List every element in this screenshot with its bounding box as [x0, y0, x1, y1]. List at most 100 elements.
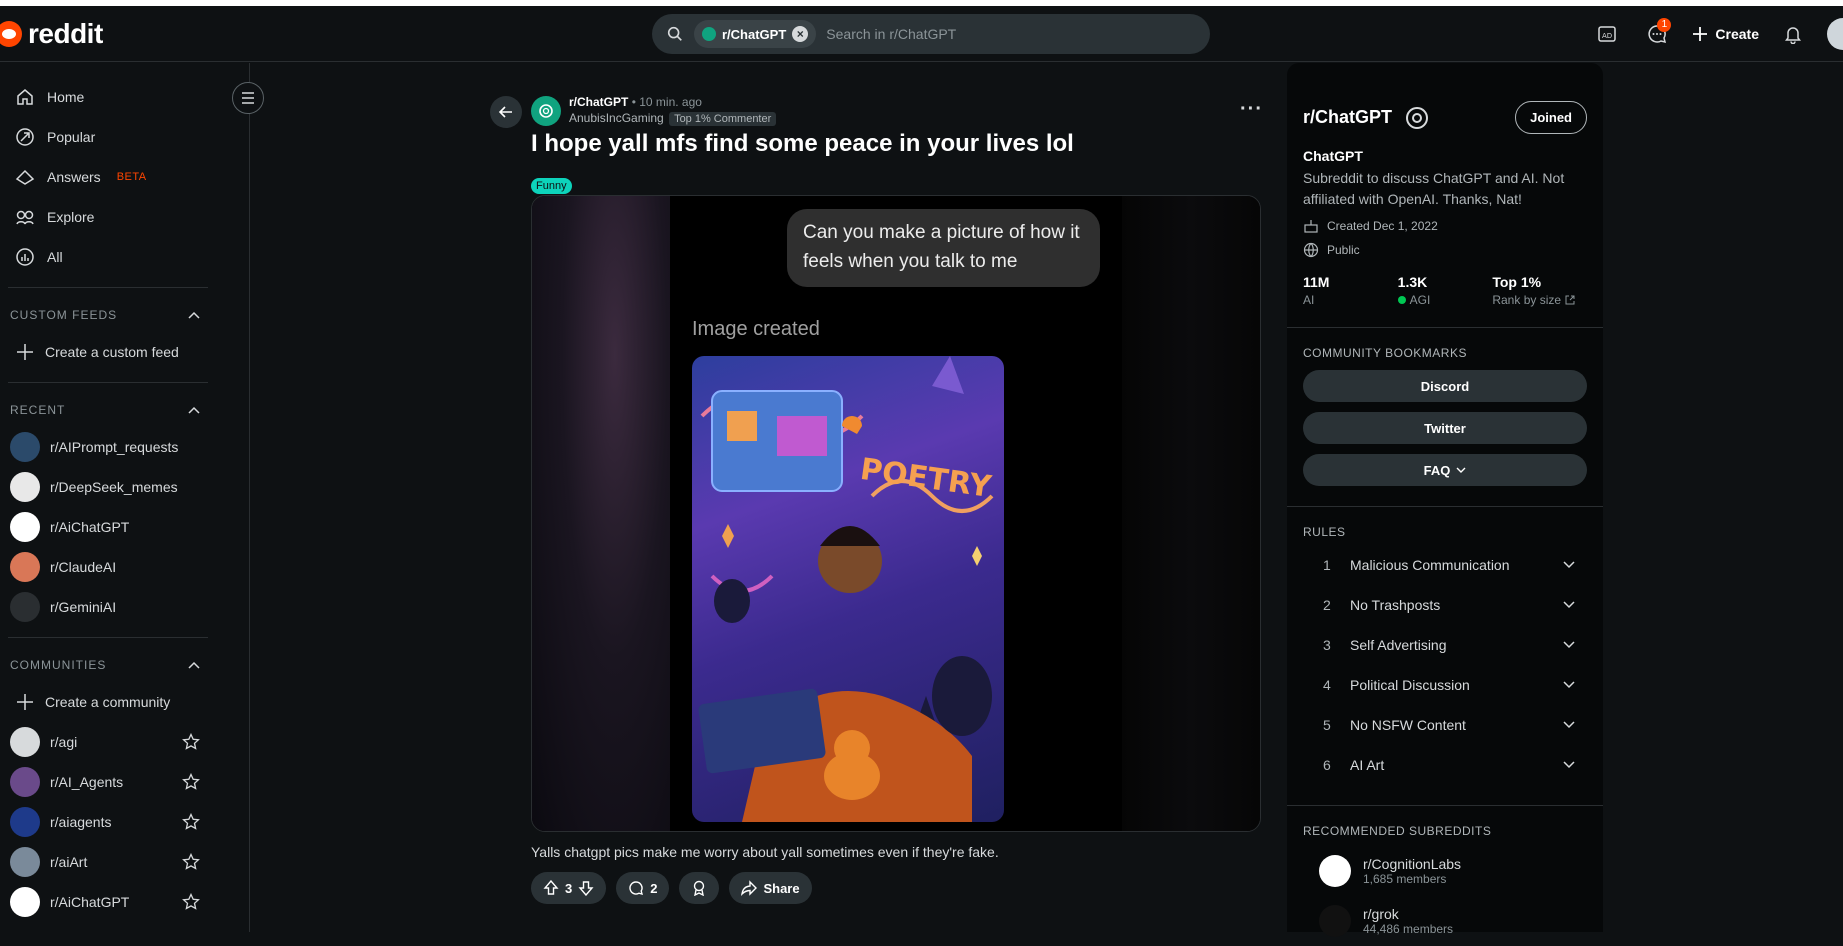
recent-name: r/AiChatGPT — [50, 519, 130, 535]
rule-number: 4 — [1323, 677, 1331, 693]
star-icon[interactable] — [182, 773, 200, 791]
subreddit-avatar — [10, 887, 40, 917]
online-dot-icon — [1397, 296, 1406, 304]
community-item[interactable]: r/aiagents — [0, 802, 200, 842]
nav-explore[interactable]: Explore — [0, 197, 249, 237]
stat-online: 1.3K AGI — [1397, 274, 1493, 307]
chat-button[interactable]: 1 — [1641, 18, 1673, 50]
bookmark-label: Twitter — [1424, 420, 1466, 436]
stat-value: Top 1% — [1492, 274, 1542, 290]
rule-item[interactable]: 3 Self Advertising — [1287, 625, 1603, 665]
sidebar-divider — [1287, 506, 1603, 507]
create-community[interactable]: Create a community — [0, 682, 200, 722]
nav-answers[interactable]: Answers BETA — [0, 157, 249, 197]
bookmark-discord[interactable]: Discord — [1303, 370, 1587, 402]
vote-controls: 3 — [531, 872, 607, 904]
post-image[interactable]: Can you make a picture of how it feels w… — [531, 195, 1261, 832]
community-item[interactable]: r/aiArt — [0, 842, 200, 882]
openai-logo-icon — [1406, 106, 1429, 129]
recent-name: r/AIPrompt_requests — [50, 439, 179, 455]
upvote-icon[interactable] — [543, 880, 559, 896]
community-name: r/AiChatGPT — [50, 894, 130, 910]
subreddit-avatar — [10, 592, 40, 622]
recent-item[interactable]: r/AIPrompt_requests — [0, 427, 200, 467]
community-item[interactable]: r/agi — [0, 722, 200, 762]
search-scope-chip[interactable]: r/ChatGPT × — [694, 20, 817, 48]
joined-button[interactable]: Joined — [1515, 101, 1587, 134]
community-item[interactable]: r/AI_Agents — [0, 762, 200, 802]
rules-title: RULES — [1303, 525, 1346, 539]
header-actions: AD 1 Create — [1591, 18, 1843, 50]
stat-members: 11M AI — [1303, 274, 1398, 307]
search-bar[interactable]: r/ChatGPT × — [652, 14, 1210, 54]
rule-item[interactable]: 4 Political Discussion — [1287, 665, 1603, 705]
recommended-item[interactable]: r/CognitionLabs 1,685 members — [1287, 846, 1603, 896]
star-icon[interactable] — [182, 853, 200, 871]
recommended-item[interactable]: r/grok 44,486 members — [1287, 896, 1603, 946]
stat-label: Rank by size — [1492, 293, 1562, 307]
bookmark-twitter[interactable]: Twitter — [1303, 412, 1587, 444]
created-row: Created Dec 1, 2022 — [1303, 218, 1587, 234]
user-avatar[interactable] — [1827, 18, 1843, 50]
chevron-up-icon — [188, 311, 200, 319]
top-header: reddit r/ChatGPT × AD 1 Create — [0, 6, 1843, 62]
reddit-logo[interactable]: reddit — [0, 18, 103, 50]
communities-header[interactable]: COMMUNITIES — [0, 648, 200, 682]
recent-header[interactable]: RECENT — [0, 393, 200, 427]
rule-item[interactable]: 5 No NSFW Content — [1287, 705, 1603, 745]
custom-feeds-header[interactable]: CUSTOM FEEDS — [0, 298, 200, 332]
reddit-snoo-icon — [0, 21, 22, 47]
downvote-icon[interactable] — [578, 880, 594, 896]
remove-scope-icon[interactable]: × — [792, 26, 809, 42]
subreddit-avatar — [10, 847, 40, 877]
image-blur-backdrop — [1122, 196, 1260, 831]
rule-item[interactable]: 2 No Trashposts — [1287, 585, 1603, 625]
share-button[interactable]: Share — [729, 872, 812, 904]
rule-text: Political Discussion — [1350, 677, 1470, 693]
create-custom-feed-label: Create a custom feed — [45, 344, 179, 360]
nav-all[interactable]: All — [0, 237, 249, 277]
star-icon[interactable] — [182, 813, 200, 831]
chatgpt-icon[interactable] — [531, 95, 561, 126]
plus-icon — [1693, 27, 1708, 41]
rule-text: Self Advertising — [1350, 637, 1447, 653]
stat-label: AI — [1303, 293, 1315, 307]
recent-item[interactable]: r/DeepSeek_memes — [0, 467, 200, 507]
bell-icon — [1785, 27, 1801, 44]
post-author[interactable]: AnubisIncGaming — [569, 111, 664, 125]
nav-home[interactable]: Home — [0, 77, 249, 117]
recent-item[interactable]: r/AiChatGPT — [0, 507, 200, 547]
left-sidebar: Home Popular Answers BETA Explore All CUS… — [0, 63, 250, 932]
advertise-button[interactable]: AD — [1591, 18, 1623, 50]
stat-value: 11M — [1303, 274, 1330, 290]
search-input[interactable] — [826, 26, 1127, 42]
community-item[interactable]: r/AiChatGPT — [0, 882, 200, 922]
award-button[interactable] — [679, 872, 720, 904]
sidebar-divider — [1287, 327, 1603, 328]
stat-label: AGI — [1409, 293, 1431, 307]
star-icon[interactable] — [182, 733, 200, 751]
create-button[interactable]: Create — [1691, 25, 1759, 43]
all-icon — [16, 248, 34, 266]
post-subreddit[interactable]: r/ChatGPT — [569, 95, 628, 109]
community-title[interactable]: r/ChatGPT — [1303, 107, 1392, 128]
recent-item[interactable]: r/ClaudeAI — [0, 547, 200, 587]
bookmark-faq[interactable]: FAQ — [1303, 454, 1587, 486]
artwork-poetry-text: POETRY — [858, 452, 994, 505]
comments-button[interactable]: 2 — [616, 872, 670, 904]
star-icon[interactable] — [182, 893, 200, 911]
rule-item[interactable]: 6 AI Art — [1287, 745, 1603, 785]
plus-icon — [17, 694, 33, 710]
back-button[interactable] — [490, 96, 522, 128]
nav-popular[interactable]: Popular — [0, 117, 249, 157]
sidebar-toggle-button[interactable] — [232, 82, 264, 114]
create-custom-feed[interactable]: Create a custom feed — [0, 332, 200, 372]
post-flair[interactable]: Funny — [531, 178, 572, 194]
more-options-button[interactable]: ··· — [1240, 98, 1263, 121]
create-label: Create — [1715, 26, 1759, 42]
stat-rank[interactable]: Top 1% Rank by size — [1492, 274, 1587, 307]
comment-count: 2 — [650, 880, 658, 896]
recent-item[interactable]: r/GeminiAI — [0, 587, 200, 627]
notifications-button[interactable] — [1777, 18, 1809, 50]
rule-item[interactable]: 1 Malicious Communication — [1287, 545, 1603, 585]
